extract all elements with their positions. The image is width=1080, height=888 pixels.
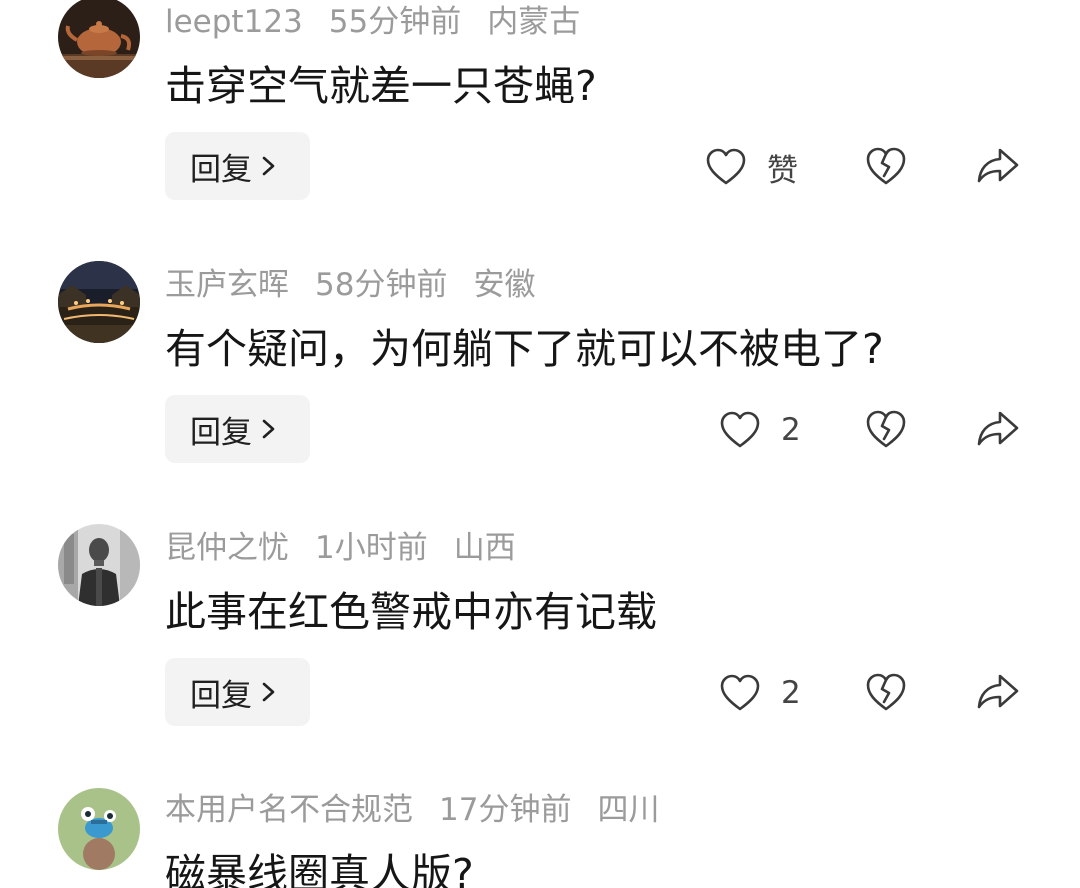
chevron-right-icon xyxy=(260,417,278,441)
like-label: 赞 xyxy=(767,152,798,189)
comment-item: 昆仲之忧 1小时前 山西 此事在红色警戒中亦有记载 回复 2 xyxy=(0,524,1080,756)
like-count: 2 xyxy=(781,675,801,711)
comment-item: 玉庐玄晖 58分钟前 安徽 有个疑问，为何躺下了就可以不被电了? 回复 2 xyxy=(0,261,1080,493)
broken-heart-icon[interactable] xyxy=(864,671,908,713)
share-arrow-icon[interactable] xyxy=(976,409,1020,449)
comment-location: 山西 xyxy=(453,530,516,566)
comment-location: 内蒙古 xyxy=(487,4,581,40)
portrait-avatar[interactable] xyxy=(58,524,140,606)
comment-text: 击穿空气就差一只苍蝇? xyxy=(165,62,597,110)
cartoon-avatar[interactable] xyxy=(58,788,140,870)
username[interactable]: 昆仲之忧 xyxy=(165,530,289,566)
broken-heart-icon[interactable] xyxy=(864,145,908,187)
username[interactable]: leept123 xyxy=(165,4,303,40)
heart-outline-icon xyxy=(719,673,761,713)
comment-time: 1小时前 xyxy=(315,530,428,566)
comment-meta: leept123 55分钟前 内蒙古 xyxy=(165,2,606,42)
heart-outline-icon xyxy=(719,410,761,450)
share-arrow-icon[interactable] xyxy=(976,672,1020,712)
reply-label: 回复 xyxy=(190,151,252,188)
share-arrow-icon[interactable] xyxy=(976,146,1020,186)
comment-location: 安徽 xyxy=(473,267,536,303)
comment-time: 58分钟前 xyxy=(315,267,448,303)
comment-meta: 玉庐玄晖 58分钟前 安徽 xyxy=(165,265,561,305)
comment-item: 本用户名不合规范 17分钟前 四川 磁暴线圈真人版? xyxy=(0,788,1080,888)
chevron-right-icon xyxy=(260,154,278,178)
username[interactable]: 本用户名不合规范 xyxy=(165,792,413,828)
like-button[interactable]: 2 xyxy=(719,408,801,452)
like-count: 2 xyxy=(781,412,801,448)
reply-button[interactable]: 回复 xyxy=(165,658,310,726)
teapot-avatar[interactable] xyxy=(58,0,140,78)
reply-label: 回复 xyxy=(190,414,252,451)
like-button[interactable]: 赞 xyxy=(705,145,798,189)
reply-button[interactable]: 回复 xyxy=(165,395,310,463)
comment-text: 有个疑问，为何躺下了就可以不被电了? xyxy=(165,325,884,373)
comment-meta: 昆仲之忧 1小时前 山西 xyxy=(165,528,542,568)
comment-location: 四川 xyxy=(597,792,660,828)
comment-time: 17分钟前 xyxy=(439,792,572,828)
comment-text: 磁暴线圈真人版? xyxy=(165,850,474,888)
heart-outline-icon xyxy=(705,147,747,187)
username[interactable]: 玉庐玄晖 xyxy=(165,267,289,303)
chevron-right-icon xyxy=(260,680,278,704)
reply-label: 回复 xyxy=(190,677,252,714)
broken-heart-icon[interactable] xyxy=(864,408,908,450)
comment-item: leept123 55分钟前 内蒙古 击穿空气就差一只苍蝇? 回复 赞 xyxy=(0,0,1080,230)
reply-button[interactable]: 回复 xyxy=(165,132,310,200)
comment-text: 此事在红色警戒中亦有记载 xyxy=(165,588,657,636)
comment-meta: 本用户名不合规范 17分钟前 四川 xyxy=(165,790,685,830)
comment-time: 55分钟前 xyxy=(328,4,462,40)
like-button[interactable]: 2 xyxy=(719,671,801,715)
night-town-avatar[interactable] xyxy=(58,261,140,343)
